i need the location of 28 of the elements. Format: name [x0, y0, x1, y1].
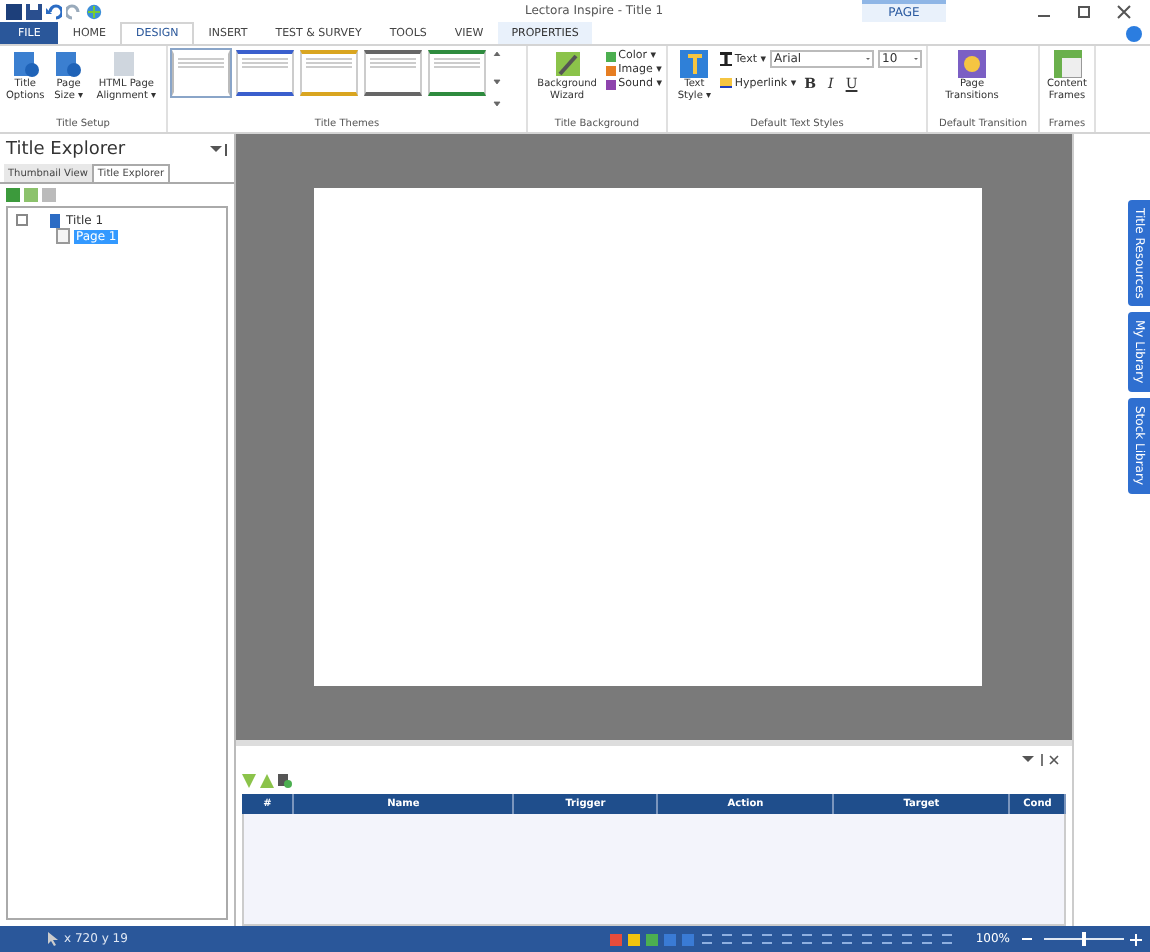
add-action-icon[interactable]: [278, 774, 293, 788]
redo-icon[interactable]: [66, 3, 82, 19]
gallery-scroll-icon[interactable]: [492, 50, 502, 110]
book-icon: [50, 213, 60, 227]
frames-icon: [1053, 50, 1081, 78]
text-style-icon: [680, 50, 709, 78]
panel-options-icon[interactable]: [208, 144, 229, 156]
close-icon[interactable]: [1116, 3, 1132, 19]
theme-thumbnail[interactable]: [236, 50, 294, 96]
brush-icon: [553, 50, 582, 78]
theme-thumbnail[interactable]: [300, 50, 358, 96]
save-icon[interactable]: [26, 3, 42, 19]
setup-icon: [54, 50, 83, 78]
setup-icon: [11, 50, 40, 78]
page-icon: [56, 228, 70, 244]
maximize-icon[interactable]: [1076, 3, 1092, 19]
collapse-icon[interactable]: [16, 214, 28, 226]
undo-icon[interactable]: [46, 3, 62, 19]
cursor-icon: [48, 932, 58, 946]
globe-icon[interactable]: [86, 3, 102, 19]
theme-thumbnail[interactable]: [428, 50, 486, 96]
panel-options-icon[interactable]: [1020, 754, 1061, 766]
panel-title: Title Explorer: [6, 140, 126, 160]
zoom-in-icon[interactable]: [1130, 933, 1142, 945]
app-logo-icon: [6, 3, 22, 19]
move-down-icon[interactable]: [242, 774, 257, 788]
transition-icon: [958, 50, 986, 78]
theme-thumbnail[interactable]: [364, 50, 422, 96]
